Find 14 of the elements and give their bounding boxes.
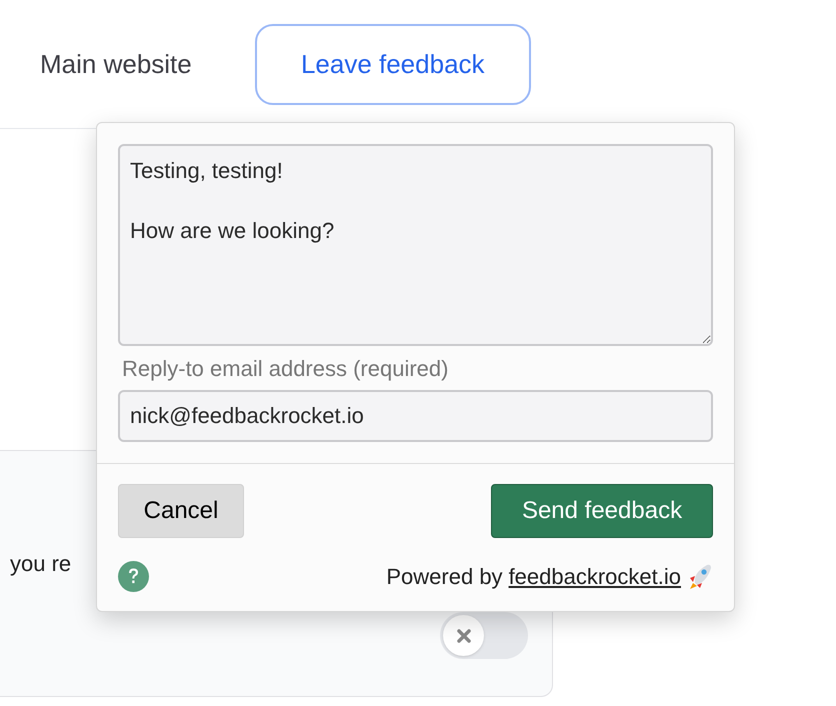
cancel-button[interactable]: Cancel <box>118 484 244 538</box>
send-feedback-button[interactable]: Send feedback <box>491 484 713 538</box>
rocket-icon <box>687 562 713 590</box>
leave-feedback-button[interactable]: Leave feedback <box>254 24 531 105</box>
help-icon[interactable] <box>118 561 149 592</box>
toggle-switch[interactable] <box>440 612 528 659</box>
message-field[interactable]: Testing, testing! How are we looking? <box>118 144 713 346</box>
email-field[interactable]: nick@feedbackrocket.io <box>118 390 713 442</box>
email-label: Reply-to email address (required) <box>122 356 448 381</box>
powered-by-text: Powered by <box>386 563 503 591</box>
feedbackrocket-link[interactable]: feedbackrocket.io <box>508 560 681 593</box>
nav-link[interactable]: Main website <box>40 48 192 80</box>
close-icon <box>456 628 470 642</box>
card-text: you re <box>10 551 72 576</box>
